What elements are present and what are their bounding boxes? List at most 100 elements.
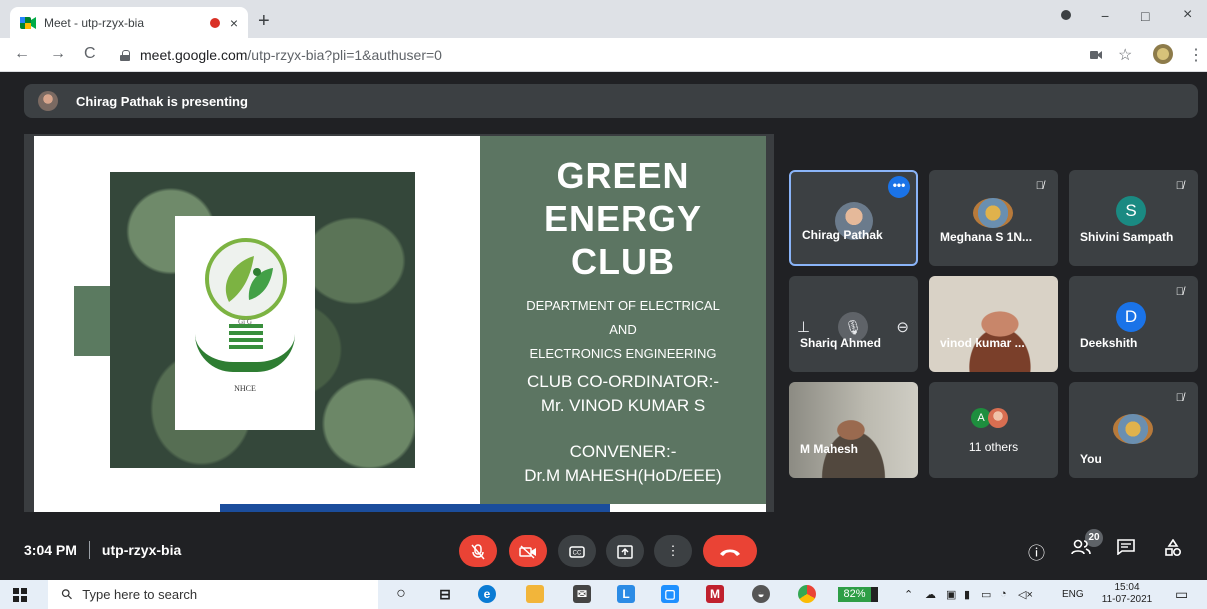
leave-call-button[interactable] bbox=[703, 535, 757, 567]
camera-in-use-icon[interactable] bbox=[1090, 47, 1102, 65]
taskbar-search-input[interactable]: ⚲ Type here to search bbox=[48, 580, 378, 609]
slide-department: DEPARTMENT OF ELECTRICAL AND ELECTRONICS… bbox=[480, 294, 766, 366]
participant-tile-mahesh[interactable]: M Mahesh bbox=[789, 382, 918, 478]
participant-tile-shivini[interactable]: 🎙̸ S Shivini Sampath bbox=[1069, 170, 1198, 266]
meeting-code: utp-rzyx-bia bbox=[101, 542, 182, 558]
tab-close-icon[interactable]: × bbox=[230, 15, 238, 31]
participant-tile-deekshith[interactable]: 🎙̸ D Deekshith bbox=[1069, 276, 1198, 372]
url-host: meet.google.com bbox=[140, 47, 248, 63]
coordinator-line: Mr. VINOD KUMAR S bbox=[540, 396, 706, 415]
participant-name: Shariq Ahmed bbox=[800, 336, 881, 350]
mic-off-icon: 🎙̸ bbox=[1175, 180, 1184, 192]
slide-right-panel: GREEN ENERGY CLUB DEPARTMENT OF ELECTRIC… bbox=[480, 136, 766, 504]
windows-taskbar: ⚲ Type here to search ○ ⊟ e ✉ L ▢ M ◒ 82… bbox=[0, 580, 1207, 609]
url-field[interactable]: meet.google.com/utp-rzyx-bia?pli=1&authu… bbox=[112, 42, 1072, 68]
windows-start-icon[interactable] bbox=[13, 588, 27, 602]
volume-muted-icon[interactable]: ◁× bbox=[1018, 588, 1033, 601]
new-tab-button[interactable]: + bbox=[258, 10, 270, 33]
tray-chevron-icon[interactable]: ⌃ bbox=[904, 588, 913, 601]
participant-name: M Mahesh bbox=[800, 442, 859, 456]
battery-indicator[interactable]: 82% bbox=[838, 587, 878, 602]
avatar bbox=[988, 408, 1008, 428]
l-app-icon[interactable]: L bbox=[617, 585, 635, 603]
participant-tile-shariq[interactable]: ⊥ 🎙 ⊖ Shariq Ahmed bbox=[789, 276, 918, 372]
meet-favicon-icon bbox=[20, 16, 36, 29]
onedrive-icon[interactable]: ☁ bbox=[925, 588, 936, 601]
mcafee-icon[interactable]: M bbox=[706, 585, 724, 603]
close-window-button[interactable]: × bbox=[1183, 6, 1192, 24]
notifications-icon[interactable]: ▭ bbox=[1175, 586, 1188, 603]
language-indicator[interactable]: ENG bbox=[1062, 589, 1084, 600]
chrome-icon[interactable] bbox=[798, 585, 816, 603]
pin-icon[interactable]: ⊥ bbox=[797, 318, 810, 336]
captions-button[interactable]: CC bbox=[558, 535, 596, 567]
svg-text:CC: CC bbox=[573, 550, 582, 556]
participant-video bbox=[789, 382, 918, 478]
present-now-button[interactable] bbox=[606, 535, 644, 567]
meeting-details-icon[interactable]: ⓘ bbox=[1028, 539, 1045, 564]
participant-tile-others[interactable]: A 11 others bbox=[929, 382, 1058, 478]
taskbar-clock[interactable]: 15:04 11-07-2021 bbox=[1097, 582, 1157, 606]
reload-button[interactable]: C bbox=[84, 45, 96, 63]
lock-icon bbox=[120, 49, 130, 61]
participant-tile-you[interactable]: 🎙̸ You bbox=[1069, 382, 1198, 478]
participant-name: You bbox=[1080, 452, 1102, 466]
logo-college-text: NHCE bbox=[234, 384, 256, 393]
camera-toggle-button[interactable] bbox=[509, 535, 547, 567]
presentation-view[interactable]: Gi G NHCE GREEN ENERGY CLUB DEPARTMENT O… bbox=[24, 134, 774, 512]
minimize-button[interactable]: − bbox=[1101, 8, 1109, 24]
url-path: /utp-rzyx-bia?pli=1&authuser=0 bbox=[247, 47, 442, 63]
presenting-banner: Chirag Pathak is presenting bbox=[24, 84, 1198, 118]
clock-time: 15:04 bbox=[1114, 582, 1140, 593]
search-placeholder: Type here to search bbox=[82, 587, 198, 602]
slide-convener: CONVENER:- Dr.M MAHESH(HoD/EEE) bbox=[480, 440, 766, 488]
network-adapter-icon[interactable]: ▣ bbox=[946, 588, 956, 601]
address-bar-row: ← → C meet.google.com/utp-rzyx-bia?pli=1… bbox=[0, 38, 1207, 72]
photos-icon[interactable]: ◒ bbox=[752, 585, 770, 603]
slide-left-panel: Gi G NHCE bbox=[34, 136, 480, 504]
people-icon[interactable] bbox=[1071, 539, 1091, 560]
activities-icon[interactable] bbox=[1164, 538, 1182, 562]
hands-icon bbox=[195, 334, 295, 372]
club-logo: Gi G NHCE bbox=[175, 216, 315, 430]
mail-icon[interactable]: ✉ bbox=[573, 585, 591, 603]
mic-tray-icon[interactable]: ▮ bbox=[964, 588, 970, 601]
participant-tile-meghana[interactable]: 🎙̸ Meghana S 1N... bbox=[929, 170, 1058, 266]
bulb-globe-icon bbox=[205, 238, 287, 320]
browser-menu-icon[interactable]: ⋮ bbox=[1188, 45, 1204, 65]
bookmark-star-icon[interactable]: ☆ bbox=[1118, 45, 1132, 65]
file-explorer-icon[interactable] bbox=[526, 585, 544, 603]
dept-line: DEPARTMENT OF ELECTRICAL bbox=[526, 298, 720, 313]
participant-name: Meghana S 1N... bbox=[940, 230, 1033, 244]
browser-tab[interactable]: Meet - utp-rzyx-bia × bbox=[10, 7, 248, 38]
blue-app-icon[interactable]: ▢ bbox=[661, 585, 679, 603]
slide-title-line: ENERGY bbox=[543, 198, 703, 239]
dept-line: ELECTRONICS ENGINEERING bbox=[529, 346, 717, 361]
more-options-button[interactable]: ••• bbox=[888, 176, 910, 198]
profile-avatar[interactable] bbox=[1152, 43, 1174, 70]
others-count: 11 others bbox=[968, 440, 1019, 454]
cortana-icon[interactable]: ○ bbox=[392, 585, 410, 603]
back-button[interactable]: ← bbox=[14, 45, 30, 63]
edge-icon[interactable]: e bbox=[478, 585, 496, 603]
mic-toggle-button[interactable] bbox=[459, 535, 497, 567]
chat-icon[interactable] bbox=[1117, 539, 1135, 560]
browser-tab-bar: Meet - utp-rzyx-bia × + − □ × bbox=[0, 0, 1207, 38]
battery-tray-icon[interactable]: ▭ bbox=[981, 588, 991, 601]
avatar: D bbox=[1116, 302, 1146, 332]
wifi-icon[interactable]: ◔ bbox=[1000, 588, 1007, 600]
others-avatars: A bbox=[971, 408, 1008, 428]
remove-icon[interactable]: ⊖ bbox=[896, 318, 909, 336]
profile-dot-icon[interactable] bbox=[1060, 8, 1072, 24]
forward-button[interactable]: → bbox=[50, 45, 66, 63]
avatar bbox=[973, 198, 1013, 228]
avatar: S bbox=[1116, 196, 1146, 226]
participant-tile-vinod[interactable]: vinod kumar ... bbox=[929, 276, 1058, 372]
task-view-icon[interactable]: ⊟ bbox=[436, 585, 454, 603]
participant-tile-chirag[interactable]: ••• Chirag Pathak bbox=[789, 170, 918, 266]
convener-line: Dr.M MAHESH(HoD/EEE) bbox=[524, 466, 722, 485]
recording-indicator-icon bbox=[209, 17, 220, 28]
more-options-icon[interactable]: ⋮ bbox=[654, 535, 692, 567]
slide-title-line: GREEN bbox=[556, 155, 690, 196]
restore-button[interactable]: □ bbox=[1141, 8, 1149, 24]
